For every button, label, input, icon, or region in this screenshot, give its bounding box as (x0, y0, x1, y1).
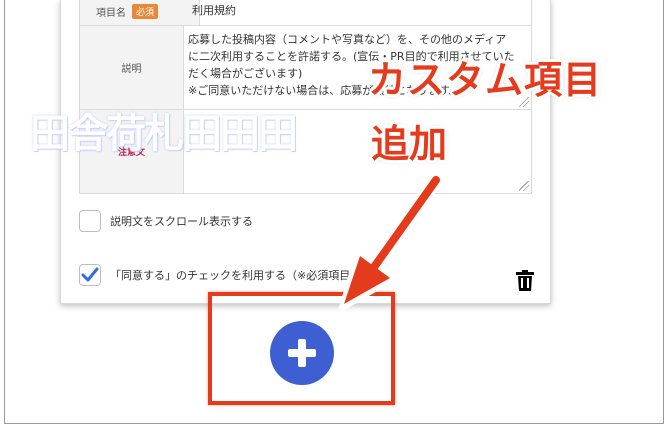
arrow-annotation-icon (339, 173, 443, 311)
scroll-display-option[interactable]: 説明文をスクロール表示する (79, 209, 253, 233)
plus-circle-icon (288, 339, 316, 367)
checkmark-icon (81, 267, 99, 282)
agree-checkbox[interactable] (79, 264, 101, 286)
item-name-label-cell: 項目名 必須 (80, 0, 200, 25)
item-name-row: 項目名 必須 利用規約 (79, 0, 532, 26)
trash-icon[interactable] (514, 269, 536, 293)
scroll-display-checkbox[interactable] (79, 210, 101, 232)
required-badge: 必須 (132, 3, 159, 19)
watermark-text: 田舎荷札田田田 (30, 111, 298, 157)
resize-handle-icon[interactable] (519, 181, 529, 191)
agree-check-option[interactable]: 「同意する」のチェックを利用する（※必須項目 (79, 263, 350, 287)
description-line-1: 応募した投稿内容（コメントや写真など）を、その他のメディア (188, 33, 507, 46)
description-label: 説明 (80, 26, 184, 109)
callout-custom-field: カスタム項目 (368, 58, 603, 102)
add-custom-field-button[interactable] (270, 321, 334, 385)
callout-add: 追加 (371, 122, 448, 166)
agree-check-label: 「同意する」のチェックを利用する（※必須項目 (110, 269, 351, 282)
scroll-display-label: 説明文をスクロール表示する (110, 215, 253, 228)
item-name-label: 項目名 (96, 7, 126, 19)
item-name-input[interactable]: 利用規約 (192, 2, 236, 18)
